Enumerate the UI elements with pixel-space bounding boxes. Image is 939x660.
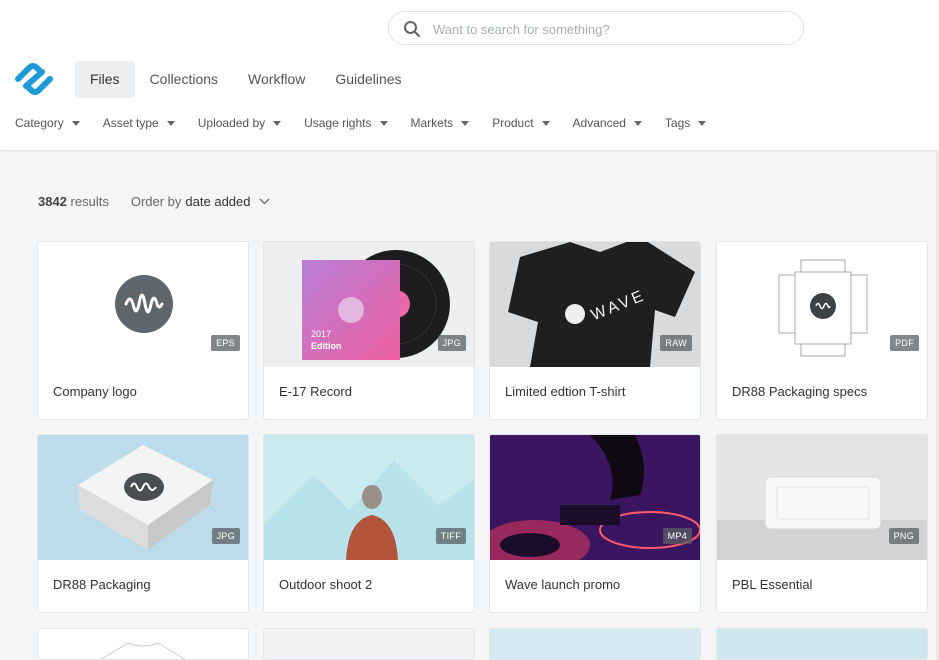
file-type-badge: PDF bbox=[890, 335, 919, 351]
tab-collections[interactable]: Collections bbox=[135, 61, 233, 98]
asset-card-launch-promo[interactable]: MP4 Wave launch promo bbox=[489, 434, 701, 613]
asset-name: E-17 Record bbox=[279, 384, 352, 399]
asset-card-pbl-essential[interactable]: PNG PBL Essential bbox=[716, 434, 928, 613]
search-input[interactable] bbox=[431, 12, 795, 46]
search-box[interactable] bbox=[388, 11, 804, 46]
filter-label: Asset type bbox=[102, 116, 159, 130]
filter-label: Usage rights bbox=[304, 116, 372, 130]
results-bar: 3842 results Order by date added bbox=[38, 194, 270, 209]
asset-card-tshirt[interactable]: WAVE RAW Limited edtion T-shirt bbox=[489, 241, 701, 420]
file-type-badge: JPG bbox=[211, 528, 240, 544]
asset-name: Limited edtion T-shirt bbox=[505, 384, 626, 399]
filter-product[interactable]: Product bbox=[492, 116, 550, 130]
cover-year-text: 2017 bbox=[311, 329, 332, 339]
caret-down-icon bbox=[273, 121, 282, 126]
tshirt-outline-image bbox=[100, 642, 186, 659]
filter-label: Tags bbox=[664, 116, 691, 130]
asset-name: DR88 Packaging bbox=[53, 577, 151, 592]
tab-workflow[interactable]: Workflow bbox=[233, 61, 320, 98]
asset-name: Company logo bbox=[53, 384, 137, 399]
caret-down-icon bbox=[379, 121, 388, 126]
search-icon bbox=[404, 21, 421, 38]
asset-card-company-logo[interactable]: EPS Company logo bbox=[37, 241, 249, 420]
asset-card-packaging[interactable]: JPG DR88 Packaging bbox=[37, 434, 249, 613]
caret-down-icon bbox=[166, 121, 175, 126]
filter-advanced[interactable]: Advanced bbox=[573, 116, 642, 130]
cover-edition-text: Edition bbox=[311, 341, 342, 351]
app-header: Files Collections Workflow Guidelines Ca… bbox=[0, 0, 939, 151]
filter-label: Uploaded by bbox=[197, 116, 266, 130]
filter-label: Product bbox=[492, 116, 534, 130]
filter-usage-rights[interactable]: Usage rights bbox=[304, 116, 388, 130]
file-type-badge: PNG bbox=[888, 528, 919, 544]
filter-markets[interactable]: Markets bbox=[411, 116, 470, 130]
filter-tags[interactable]: Tags bbox=[664, 116, 707, 130]
asset-card-partial[interactable] bbox=[37, 628, 249, 660]
order-value: date added bbox=[185, 194, 251, 209]
tab-guidelines[interactable]: Guidelines bbox=[320, 61, 416, 98]
asset-card-partial[interactable] bbox=[716, 628, 928, 660]
file-type-badge: MP4 bbox=[662, 528, 692, 544]
filter-category[interactable]: Category bbox=[15, 116, 80, 130]
filter-bar: Category Asset type Uploaded by Usage ri… bbox=[15, 116, 729, 130]
results-count: 3842 results bbox=[38, 194, 109, 209]
tab-files[interactable]: Files bbox=[75, 61, 135, 98]
file-type-badge: RAW bbox=[660, 335, 692, 351]
file-type-badge: JPG bbox=[437, 335, 466, 351]
caret-down-icon bbox=[461, 121, 470, 126]
file-type-badge: TIFF bbox=[435, 528, 466, 544]
asset-name: Outdoor shoot 2 bbox=[279, 577, 373, 592]
asset-card-partial[interactable] bbox=[489, 628, 701, 660]
filter-uploaded-by[interactable]: Uploaded by bbox=[197, 116, 282, 130]
caret-down-icon bbox=[698, 121, 707, 126]
filter-label: Advanced bbox=[572, 116, 626, 130]
asset-name: Wave launch promo bbox=[505, 577, 621, 592]
asset-card-outdoor-shoot[interactable]: TIFF Outdoor shoot 2 bbox=[263, 434, 475, 613]
caret-down-icon bbox=[633, 121, 642, 126]
asset-card-packaging-specs[interactable]: PDF DR88 Packaging specs bbox=[716, 241, 928, 420]
order-by-dropdown[interactable]: Order by date added bbox=[131, 194, 270, 209]
filter-asset-type[interactable]: Asset type bbox=[103, 116, 175, 130]
caret-down-icon bbox=[541, 121, 550, 126]
order-prefix: Order by bbox=[130, 194, 182, 209]
asset-name: PBL Essential bbox=[732, 577, 813, 592]
brand-logo-icon[interactable] bbox=[14, 62, 54, 96]
file-type-badge: EPS bbox=[211, 335, 240, 351]
caret-down-icon bbox=[71, 121, 80, 126]
asset-name: DR88 Packaging specs bbox=[732, 384, 868, 399]
filter-label: Markets bbox=[410, 116, 454, 130]
chevron-down-icon bbox=[258, 198, 270, 205]
filter-label: Category bbox=[15, 116, 64, 130]
asset-card-e17-record[interactable]: 2017 Edition JPG E-17 Record bbox=[263, 241, 475, 420]
asset-card-partial[interactable] bbox=[263, 628, 475, 660]
main-nav-tabs: Files Collections Workflow Guidelines bbox=[75, 61, 417, 98]
